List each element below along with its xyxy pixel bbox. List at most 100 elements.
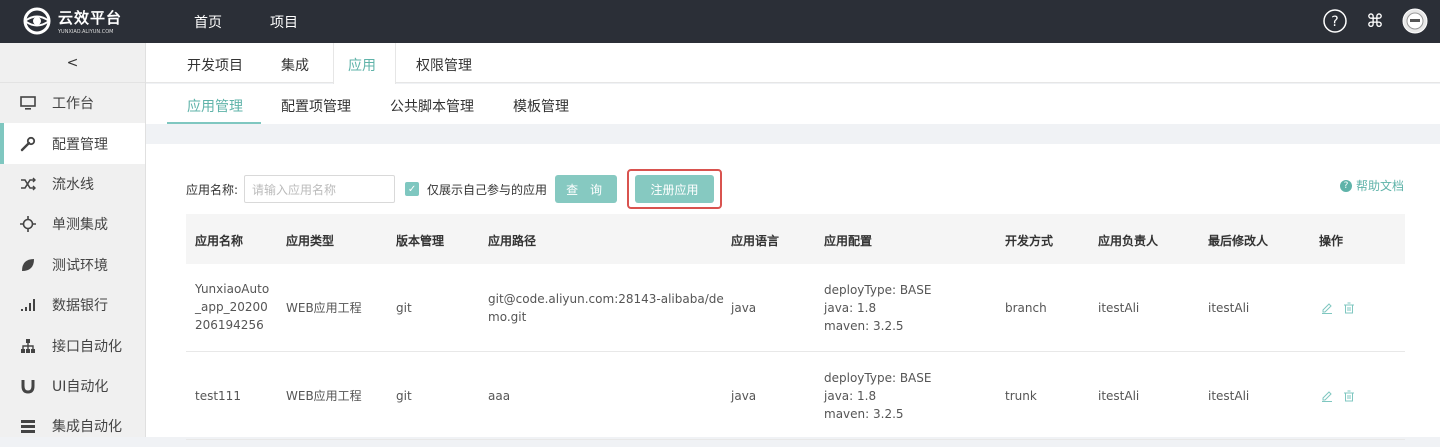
logo-title: 云效平台	[58, 9, 123, 27]
col-app-lang: 应用语言	[731, 234, 780, 248]
secondary-tabs: 应用管理 配置项管理 公共脚本管理 模板管理	[146, 84, 1440, 124]
command-icon[interactable]: ⌘	[1362, 8, 1388, 34]
col-app-name: 应用名称	[195, 234, 244, 248]
server-icon	[20, 418, 36, 434]
sidebar-item-label: 单测集成	[52, 217, 108, 234]
cell-app-path: git@code.aliyun.com:28143-alibaba/de mo.…	[488, 292, 724, 324]
cell-vcs: git	[396, 301, 412, 315]
register-app-button[interactable]: 注册应用	[635, 175, 715, 203]
sidebar-item-label: 测试环境	[52, 257, 108, 274]
app-list-panel: 应用名称: 请输入应用名称 ✓ 仅展示自己参与的应用 查 询 注册应用 ? 帮助…	[146, 144, 1440, 440]
sidebar-item-label: 工作台	[52, 96, 94, 113]
help-docs-label: 帮助文档	[1355, 179, 1404, 193]
col-actions: 操作	[1319, 234, 1344, 248]
cell-app-path: aaa	[488, 389, 511, 403]
signal-bars-icon	[20, 297, 36, 313]
nav-home[interactable]: 首页	[194, 12, 222, 32]
cell-owner: itestAli	[1098, 301, 1140, 315]
logo[interactable]: 云效平台 YUNXIAO.ALIYUN.COM	[22, 6, 122, 36]
edit-icon[interactable]	[1321, 302, 1333, 314]
sidebar-item-unit-test[interactable]: 单测集成	[0, 204, 145, 244]
cell-app-config: deployType: BASE java: 1.8 maven: 3.2.5	[824, 283, 932, 333]
cell-app-lang: java	[731, 389, 757, 403]
col-app-path: 应用路径	[488, 234, 537, 248]
tab-permissions[interactable]: 权限管理	[416, 55, 472, 75]
col-owner: 应用负责人	[1098, 234, 1159, 248]
tab-integration[interactable]: 集成	[281, 55, 309, 75]
top-navigation-bar: 云效平台 YUNXIAO.ALIYUN.COM 首页 项目 ? ⌘	[0, 0, 1440, 43]
sitemap-icon	[20, 338, 36, 354]
sidebar-item-test-env[interactable]: 测试环境	[0, 245, 145, 285]
col-modifier: 最后修改人	[1208, 234, 1269, 248]
tab-public-scripts[interactable]: 公共脚本管理	[390, 96, 474, 116]
sidebar-item-pipeline[interactable]: 流水线	[0, 164, 145, 204]
cell-owner: itestAli	[1098, 389, 1140, 403]
nav-projects[interactable]: 项目	[270, 12, 298, 32]
logo-icon	[23, 7, 51, 35]
cell-modifier: itestAli	[1208, 389, 1250, 403]
cell-app-name: YunxiaoAuto _app_20200 206194256	[195, 282, 270, 332]
tab-templates[interactable]: 模板管理	[513, 96, 569, 116]
only-mine-label: 仅展示自己参与的应用	[427, 182, 548, 197]
row-actions	[1321, 390, 1365, 402]
sidebar-item-label: 接口自动化	[52, 338, 122, 355]
sidebar-item-label: UI自动化	[52, 378, 109, 395]
main-content: 开发项目 集成 应用 权限管理 应用管理 配置项管理 公共脚本管理 模板管理 应…	[146, 43, 1440, 440]
cell-app-config: deployType: BASE java: 1.8 maven: 3.2.5	[824, 371, 932, 421]
sidebar-item-data-bank[interactable]: 数据银行	[0, 285, 145, 325]
sidebar-item-label: 流水线	[52, 176, 94, 193]
col-vcs: 版本管理	[396, 234, 445, 248]
cell-app-lang: java	[731, 301, 757, 315]
logo-subtitle: YUNXIAO.ALIYUN.COM	[58, 29, 114, 35]
edit-icon[interactable]	[1321, 390, 1333, 402]
sidebar-item-integration-automation[interactable]: 集成自动化	[0, 406, 145, 446]
table-row: test111 WEB应用工程 git aaa java deployType:…	[186, 352, 1405, 440]
tab-dev-projects[interactable]: 开发项目	[187, 55, 243, 75]
tab-applications[interactable]: 应用	[348, 55, 376, 75]
shuffle-icon	[20, 176, 36, 192]
only-mine-checkbox[interactable]: ✓	[405, 182, 420, 196]
cell-app-name: test111	[195, 389, 241, 403]
sidebar-collapse-button[interactable]: <	[0, 43, 145, 83]
col-app-type: 应用类型	[286, 234, 335, 248]
app-name-label: 应用名称:	[186, 182, 239, 197]
col-app-config: 应用配置	[824, 234, 873, 248]
query-button[interactable]: 查 询	[555, 175, 618, 203]
svg-text:?: ?	[1331, 14, 1338, 30]
delete-icon[interactable]	[1343, 390, 1355, 402]
svg-text:⌘: ⌘	[1366, 11, 1384, 32]
filter-bar: 应用名称: 请输入应用名称 ✓ 仅展示自己参与的应用 查 询 注册应用	[186, 169, 723, 209]
delete-icon[interactable]	[1343, 302, 1355, 314]
crosshair-icon	[20, 216, 36, 233]
magnet-icon	[20, 378, 36, 394]
app-name-input[interactable]: 请输入应用名称	[244, 175, 396, 203]
sidebar: < 工作台 配置管理 流水线 单测集成 测试环境 数据银行 接口自动化 UI自动…	[0, 43, 146, 437]
tab-config-items[interactable]: 配置项管理	[281, 96, 351, 116]
col-dev-mode: 开发方式	[1005, 234, 1054, 248]
help-docs-link[interactable]: ? 帮助文档	[1339, 177, 1404, 194]
monitor-icon	[20, 95, 36, 111]
sidebar-item-label: 集成自动化	[52, 419, 122, 436]
active-tab-underline	[167, 122, 261, 124]
app-table: 应用名称 应用类型 版本管理 应用路径 应用语言 应用配置 开发方式 应用负责人…	[186, 214, 1405, 440]
cell-app-type: WEB应用工程	[286, 301, 362, 315]
sidebar-item-api-automation[interactable]: 接口自动化	[0, 325, 145, 365]
table-row: YunxiaoAuto _app_20200 206194256 WEB应用工程…	[186, 264, 1405, 352]
table-header: 应用名称 应用类型 版本管理 应用路径 应用语言 应用配置 开发方式 应用负责人…	[186, 214, 1405, 264]
cell-dev-mode: trunk	[1005, 389, 1037, 403]
sidebar-item-label: 配置管理	[52, 136, 108, 153]
sidebar-item-workbench[interactable]: 工作台	[0, 83, 145, 123]
row-actions	[1321, 302, 1365, 314]
highlight-box: 注册应用	[627, 169, 723, 209]
cell-modifier: itestAli	[1208, 301, 1250, 315]
tab-app-management[interactable]: 应用管理	[187, 96, 243, 116]
wrench-icon	[20, 136, 36, 152]
leaf-icon	[20, 257, 36, 273]
sidebar-item-label: 数据银行	[52, 298, 108, 315]
sidebar-item-ui-automation[interactable]: UI自动化	[0, 366, 145, 406]
user-avatar-icon[interactable]	[1402, 8, 1428, 34]
help-circle-icon[interactable]: ?	[1322, 8, 1348, 34]
primary-tabs: 开发项目 集成 应用 权限管理	[146, 43, 1440, 84]
sidebar-item-config-management[interactable]: 配置管理	[0, 123, 145, 165]
cell-dev-mode: branch	[1005, 301, 1047, 315]
